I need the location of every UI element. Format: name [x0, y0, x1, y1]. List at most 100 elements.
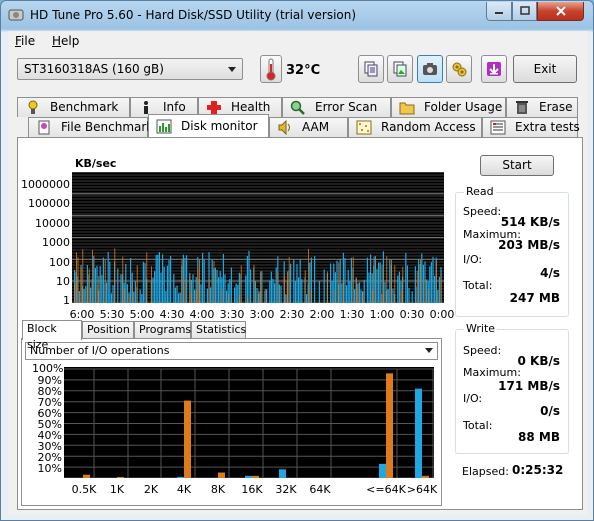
read-trace-bar — [154, 271, 156, 303]
write-trace-bar — [80, 268, 82, 303]
read-trace-bar — [179, 292, 181, 303]
write-trace-bar — [191, 293, 192, 303]
maximize-button[interactable] — [512, 2, 537, 21]
drive-select[interactable]: ST3160318AS (160 gB) — [17, 58, 243, 80]
screenshot-button[interactable] — [417, 55, 443, 83]
read-trace-bar — [434, 275, 436, 303]
read-trace-bar — [349, 281, 351, 303]
menu-bar: File Help — [8, 31, 588, 51]
menu-file[interactable]: File — [15, 34, 35, 48]
percent-tick-label: 10% — [37, 462, 62, 475]
tab-extra-tests[interactable]: Extra tests — [482, 117, 580, 137]
read-trace-bar — [334, 272, 336, 303]
read-trace-bar — [269, 280, 271, 303]
options-button[interactable] — [446, 55, 472, 83]
read-group: Read Speed: 514 KB/s Maximum: 203 MB/s I… — [455, 185, 569, 317]
write-io-label: I/O: — [463, 392, 483, 405]
block-size-bar-read — [415, 388, 422, 478]
block-size-bar-read — [177, 476, 184, 478]
save-button[interactable] — [481, 55, 507, 83]
subtab-programs[interactable]: Programs — [134, 321, 191, 339]
read-trace-bar — [266, 289, 268, 303]
drive-select-value: ST3160318AS (160 gB) — [24, 62, 164, 76]
copy-image-button[interactable] — [387, 55, 413, 83]
read-trace-bar — [107, 251, 109, 303]
read-trace-bar — [299, 259, 301, 303]
close-icon — [555, 6, 566, 16]
tab-file-benchmark[interactable]: File Benchmark — [28, 117, 153, 137]
menu-help[interactable]: Help — [52, 34, 79, 48]
read-trace-bar — [254, 281, 256, 303]
read-trace-bar — [298, 277, 300, 303]
read-trace-bar — [363, 279, 365, 303]
read-trace-bar — [182, 254, 184, 303]
subtab-statistics[interactable]: Statistics — [191, 321, 246, 339]
read-trace-bar — [301, 279, 303, 303]
read-trace-bar — [186, 255, 188, 303]
read-trace-bar — [426, 279, 428, 303]
write-trace-bar — [128, 295, 130, 303]
read-trace-bar — [411, 291, 413, 303]
block-size-bar-read — [245, 475, 252, 478]
options-icon — [452, 62, 467, 77]
read-trace-bar — [139, 289, 141, 303]
read-trace-bar — [398, 271, 400, 303]
tab-random-access[interactable]: Random Access — [348, 117, 482, 137]
read-trace-bar — [358, 282, 360, 303]
read-trace-bar — [318, 281, 320, 303]
y-tick-label: 100 — [49, 256, 70, 269]
read-trace-bar — [194, 289, 196, 303]
read-trace-bar — [216, 269, 218, 303]
read-trace-bar — [142, 262, 144, 303]
read-trace-bar — [323, 269, 325, 303]
write-trace-bar — [221, 289, 223, 303]
read-trace-bar — [166, 265, 168, 303]
write-trace-bar — [208, 278, 210, 303]
read-trace-bar — [397, 275, 399, 303]
read-trace-bar — [134, 281, 136, 303]
subtab-position[interactable]: Position — [82, 321, 134, 339]
read-max-value: 203 MB/s — [498, 238, 560, 252]
write-trace-bar — [343, 280, 344, 303]
start-button[interactable]: Start — [480, 155, 554, 176]
write-trace-bar — [287, 271, 288, 303]
read-trace-bar — [94, 267, 96, 303]
write-speed-label: Speed: — [463, 344, 502, 357]
tab-disk-monitor[interactable]: Disk monitor — [148, 114, 269, 137]
read-trace-bar — [387, 289, 389, 303]
erase-icon — [516, 101, 528, 114]
app-window: HD Tune Pro 5.60 - Hard Disk/SSD Utility… — [0, 0, 594, 521]
toolbar: ST3160318AS (160 gB) 32°C Exit — [8, 51, 588, 93]
write-trace-bar — [400, 290, 402, 303]
write-trace-bar — [416, 270, 418, 303]
tab-folder-usage[interactable]: Folder Usage — [391, 97, 506, 117]
read-trace-bar — [336, 260, 338, 303]
thermometer-icon — [260, 55, 282, 83]
close-button[interactable] — [537, 2, 584, 21]
tab-benchmark[interactable]: Benchmark — [17, 97, 130, 117]
title-bar[interactable]: HD Tune Pro 5.60 - Hard Disk/SSD Utility… — [1, 1, 593, 31]
y-tick-label: 10000 — [35, 217, 70, 230]
copy-text-button[interactable] — [358, 55, 384, 83]
disk-monitor-icon — [156, 119, 172, 134]
exit-button[interactable]: Exit — [513, 55, 577, 83]
tab-error-scan[interactable]: Error Scan — [282, 97, 391, 117]
y-tick-label: 10 — [56, 275, 70, 288]
chevron-down-icon — [425, 348, 433, 353]
read-trace-bar — [354, 289, 356, 303]
read-io-label: I/O: — [463, 253, 483, 266]
tab-erase[interactable]: Erase — [506, 97, 578, 117]
y-tick-label: 1 — [63, 294, 70, 307]
tab-aam[interactable]: AAM — [269, 117, 348, 137]
write-trace-bar — [228, 293, 229, 303]
write-trace-bar — [114, 248, 116, 303]
operation-type-select[interactable]: Number of I/O operations — [25, 342, 438, 360]
read-trace-bar — [430, 262, 432, 303]
minimize-button[interactable] — [486, 2, 512, 21]
read-trace-bar — [405, 253, 407, 303]
read-trace-bar — [203, 259, 205, 303]
subtab-block-size[interactable]: Block size — [22, 320, 82, 351]
read-trace-bar — [290, 263, 292, 303]
benchmark-icon — [28, 100, 38, 114]
write-trace-bar — [436, 261, 437, 303]
